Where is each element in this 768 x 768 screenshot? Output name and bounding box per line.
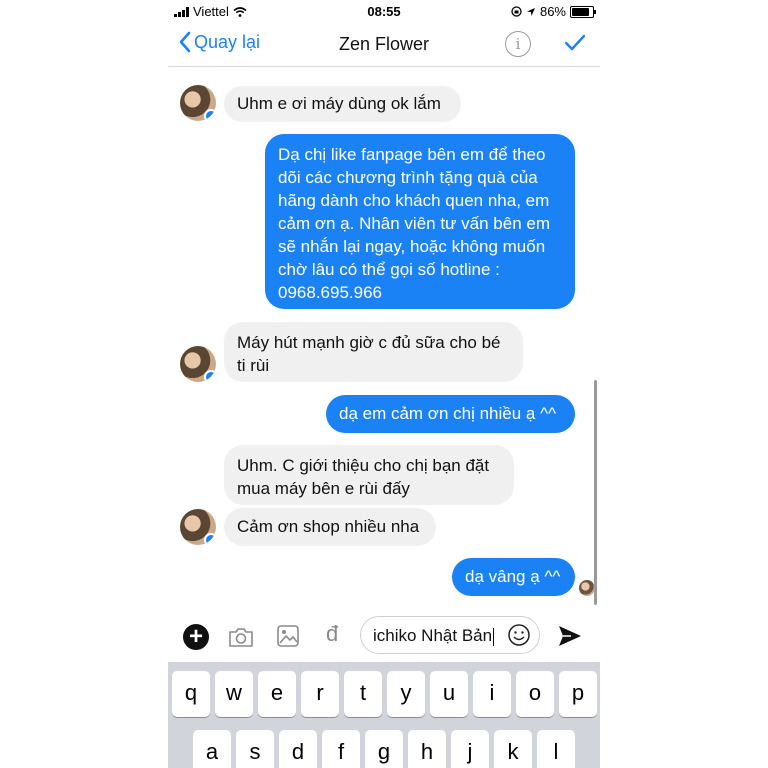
messenger-badge-icon	[204, 109, 216, 121]
text-caret	[493, 627, 495, 646]
key-d[interactable]: d	[279, 730, 317, 768]
messenger-badge-icon	[204, 533, 216, 545]
incoming-message[interactable]: Cảm ơn shop nhiều nha	[224, 508, 436, 546]
message-input[interactable]: ichiko Nhật Bản	[360, 616, 540, 654]
messenger-badge-icon	[204, 370, 216, 382]
message-input-value: ichiko Nhật Bản	[373, 626, 493, 645]
incoming-message[interactable]: Uhm e ơi máy dùng ok lắm	[224, 86, 461, 122]
contact-avatar[interactable]	[180, 509, 216, 545]
camera-icon[interactable]	[228, 626, 254, 648]
key-q[interactable]: q	[172, 671, 210, 717]
key-g[interactable]: g	[365, 730, 403, 768]
key-t[interactable]: t	[344, 671, 382, 717]
incoming-message[interactable]: Uhm. C giới thiệu cho chị bạn đặt mua má…	[224, 445, 514, 505]
battery-icon	[570, 5, 596, 18]
location-icon	[526, 7, 535, 16]
key-y[interactable]: y	[387, 671, 425, 717]
key-l[interactable]: l	[537, 730, 575, 768]
emoji-icon[interactable]	[507, 623, 531, 647]
rotation-lock-icon	[511, 6, 522, 17]
contact-avatar[interactable]	[180, 346, 216, 382]
key-h[interactable]: h	[408, 730, 446, 768]
scrollbar[interactable]	[594, 380, 597, 605]
outgoing-message[interactable]: Dạ chị like fanpage bên em để theo dõi c…	[265, 134, 575, 309]
seen-indicator-avatar	[579, 580, 595, 596]
key-e[interactable]: e	[258, 671, 296, 717]
incoming-message[interactable]: Máy hút mạnh giờ c đủ sữa cho bé ti rùi	[224, 322, 523, 382]
key-i[interactable]: i	[473, 671, 511, 717]
key-f[interactable]: f	[322, 730, 360, 768]
keyboard: q w e r t y u i o p a s d f g h j k l	[168, 662, 600, 768]
key-k[interactable]: k	[494, 730, 532, 768]
key-w[interactable]: w	[215, 671, 253, 717]
key-r[interactable]: r	[301, 671, 339, 717]
outgoing-message[interactable]: dạ em cảm ơn chị nhiều ạ ^^	[326, 395, 575, 433]
conversation-title: Zen Flower	[338, 34, 430, 54]
key-j[interactable]: j	[451, 730, 489, 768]
info-icon[interactable]: i	[505, 31, 531, 57]
key-u[interactable]: u	[430, 671, 468, 717]
checkmark-icon[interactable]	[563, 32, 587, 54]
outgoing-message[interactable]: dạ vâng ạ ^^	[452, 558, 575, 596]
key-p[interactable]: p	[559, 671, 597, 717]
contact-avatar[interactable]	[180, 85, 216, 121]
send-icon[interactable]	[557, 623, 583, 649]
payment-icon[interactable]: đ	[326, 621, 338, 647]
key-a[interactable]: a	[193, 730, 231, 768]
status-bar: Viettel 08:55 86%	[168, 0, 600, 22]
composer-bar: + đ ichiko Nhật Bản	[168, 610, 600, 662]
key-o[interactable]: o	[516, 671, 554, 717]
image-icon[interactable]	[276, 624, 300, 648]
battery-percent: 86%	[539, 4, 566, 19]
messenger-screen: Viettel 08:55 86% Quay lại Zen Flower i …	[168, 0, 600, 768]
key-s[interactable]: s	[236, 730, 274, 768]
plus-icon[interactable]: +	[183, 624, 209, 650]
nav-bar: Quay lại Zen Flower i	[168, 22, 600, 67]
